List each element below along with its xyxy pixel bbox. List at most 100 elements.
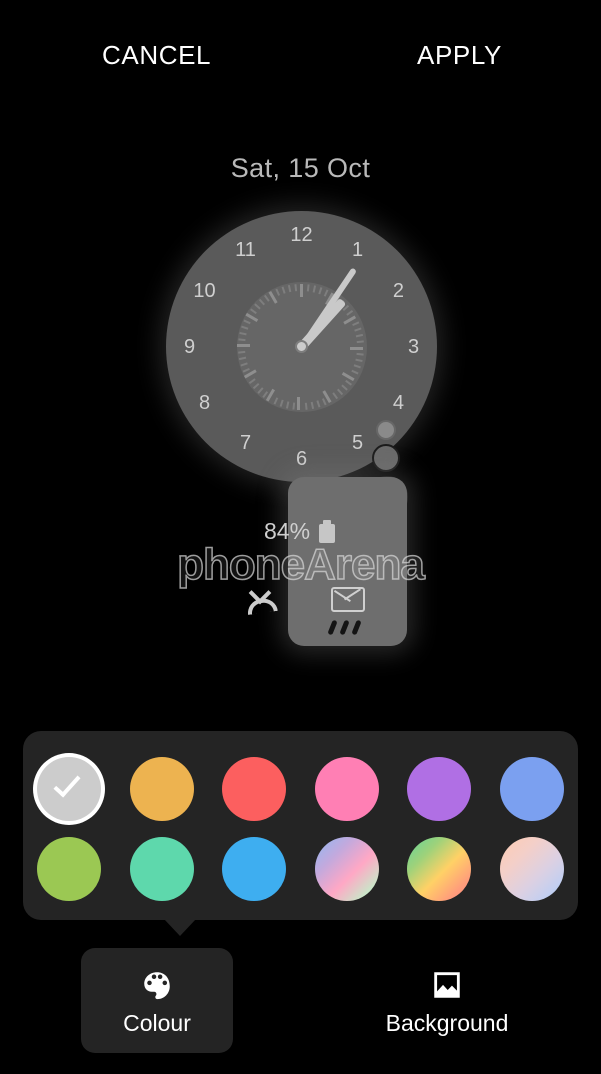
- colour-swatch-selected-grey[interactable]: [37, 757, 102, 821]
- header-bar: CANCEL APPLY: [0, 0, 601, 100]
- clock-tick: [354, 358, 363, 362]
- clock-numeral-2: 2: [392, 279, 405, 302]
- clock-tick: [258, 298, 265, 305]
- clock-tick: [355, 352, 364, 356]
- colour-swatch-amber[interactable]: [129, 757, 194, 821]
- clock-tick: [353, 363, 361, 368]
- missed-call-icon: [241, 581, 281, 617]
- clock-tick: [274, 288, 280, 296]
- apply-button[interactable]: APPLY: [409, 36, 510, 75]
- colour-swatch-sky-blue[interactable]: [222, 837, 287, 901]
- date-label: Sat, 15 Oct: [230, 153, 371, 183]
- clock-tick: [238, 356, 246, 360]
- clock-tick: [297, 396, 300, 410]
- clock-tick: [287, 284, 291, 292]
- clock-tick: [356, 339, 364, 343]
- clock-tick: [304, 402, 308, 410]
- clock-numeral-12: 12: [290, 223, 313, 246]
- clock-tick: [242, 367, 250, 373]
- battery-status: 84%: [264, 518, 336, 544]
- colour-swatch-pink[interactable]: [314, 757, 379, 821]
- colour-swatch-mint[interactable]: [129, 837, 194, 901]
- tab-background-label: Background: [385, 1010, 509, 1036]
- clock-tick: [340, 383, 348, 391]
- clock-numeral-10: 10: [193, 279, 216, 302]
- tab-background[interactable]: Background: [371, 948, 523, 1053]
- envelope-icon: [330, 587, 365, 612]
- battery-icon: [319, 520, 336, 543]
- clock-numeral-8: 8: [198, 391, 211, 414]
- clock-tick: [238, 331, 247, 335]
- clock-tick: [341, 371, 355, 381]
- clock-tick: [315, 399, 320, 408]
- colour-swatch-gradient-green-yellow-red[interactable]: [407, 837, 472, 901]
- swatch-row-bottom: [23, 829, 578, 909]
- colour-swatch-red[interactable]: [222, 757, 287, 821]
- battery-percent-label: 84%: [264, 518, 311, 544]
- colour-swatch-gradient-blue-pink-mint[interactable]: [314, 837, 379, 901]
- clock-tick: [350, 369, 359, 374]
- clock-tick: [248, 377, 256, 384]
- clock-tick: [317, 286, 322, 294]
- palette-icon: [138, 968, 176, 1002]
- tab-colour-label: Colour: [123, 1010, 191, 1036]
- clock-center-cap: [295, 340, 308, 353]
- clock-tick: [249, 307, 257, 314]
- analog-clock-widget[interactable]: 1 2 3 4 5 6 7 8 9 10 11 12: [166, 211, 437, 482]
- colour-swatch-blue[interactable]: [499, 757, 564, 821]
- clock-numeral-11: 11: [235, 238, 256, 261]
- clock-tick: [293, 283, 297, 291]
- clock-tick: [273, 396, 278, 405]
- clock-tick: [256, 386, 264, 394]
- tab-colour[interactable]: Colour: [81, 948, 233, 1053]
- clock-tick: [285, 400, 289, 409]
- clock-tick: [310, 401, 314, 409]
- clock-tick: [353, 327, 362, 332]
- clock-tick: [300, 283, 303, 297]
- clock-tick: [351, 320, 359, 326]
- clock-tick: [252, 382, 259, 389]
- clock-tick: [312, 284, 316, 293]
- clock-tick: [345, 309, 353, 316]
- handle-dot-small[interactable]: [376, 420, 396, 440]
- clock-tick: [265, 388, 275, 402]
- clock-tick: [281, 285, 286, 294]
- clock-numeral-9: 9: [183, 335, 196, 358]
- colour-swatch-purple[interactable]: [407, 757, 472, 821]
- clock-numeral-4: 4: [392, 391, 405, 414]
- clock-tick: [239, 361, 248, 366]
- clock-numeral-1: 1: [351, 238, 364, 261]
- clock-tick: [336, 388, 343, 395]
- clock-tick: [355, 333, 363, 337]
- check-icon: [53, 769, 81, 798]
- clock-tick: [350, 346, 363, 350]
- clock-tick: [331, 391, 338, 399]
- clock-numeral-3: 3: [407, 335, 420, 358]
- clock-tick: [291, 401, 295, 410]
- bottom-tab-bar: Colour Background: [0, 948, 601, 1053]
- clock-tick: [242, 319, 251, 324]
- clock-numeral-6: 6: [295, 447, 308, 470]
- image-icon: [428, 968, 466, 1002]
- clock-tick: [323, 288, 328, 297]
- clock-tick: [263, 294, 270, 302]
- clock-tick: [237, 350, 245, 354]
- swatch-row-top: [23, 749, 578, 829]
- cancel-button[interactable]: CANCEL: [94, 36, 219, 75]
- clock-tick: [237, 343, 250, 347]
- widget-dashes: [324, 619, 372, 636]
- clock-numeral-7: 7: [239, 432, 252, 455]
- clock-tick: [306, 283, 310, 292]
- clock-tick: [279, 399, 284, 407]
- colour-swatch-gradient-peach-lavender-blue[interactable]: [499, 837, 564, 901]
- clock-tick: [253, 302, 261, 310]
- watch-face-preview[interactable]: 123456789101112 84% phoneArena: [0, 205, 601, 675]
- clock-tick: [240, 325, 248, 330]
- clock-numeral-5: 5: [351, 432, 364, 455]
- colour-swatch-green[interactable]: [37, 837, 102, 901]
- clock-tick: [237, 337, 246, 341]
- info-widget-card[interactable]: 84%: [264, 477, 407, 646]
- colour-swatch-panel: [23, 731, 578, 936]
- handle-dot-medium[interactable]: [372, 444, 400, 472]
- panel-pointer-arrow: [164, 919, 196, 936]
